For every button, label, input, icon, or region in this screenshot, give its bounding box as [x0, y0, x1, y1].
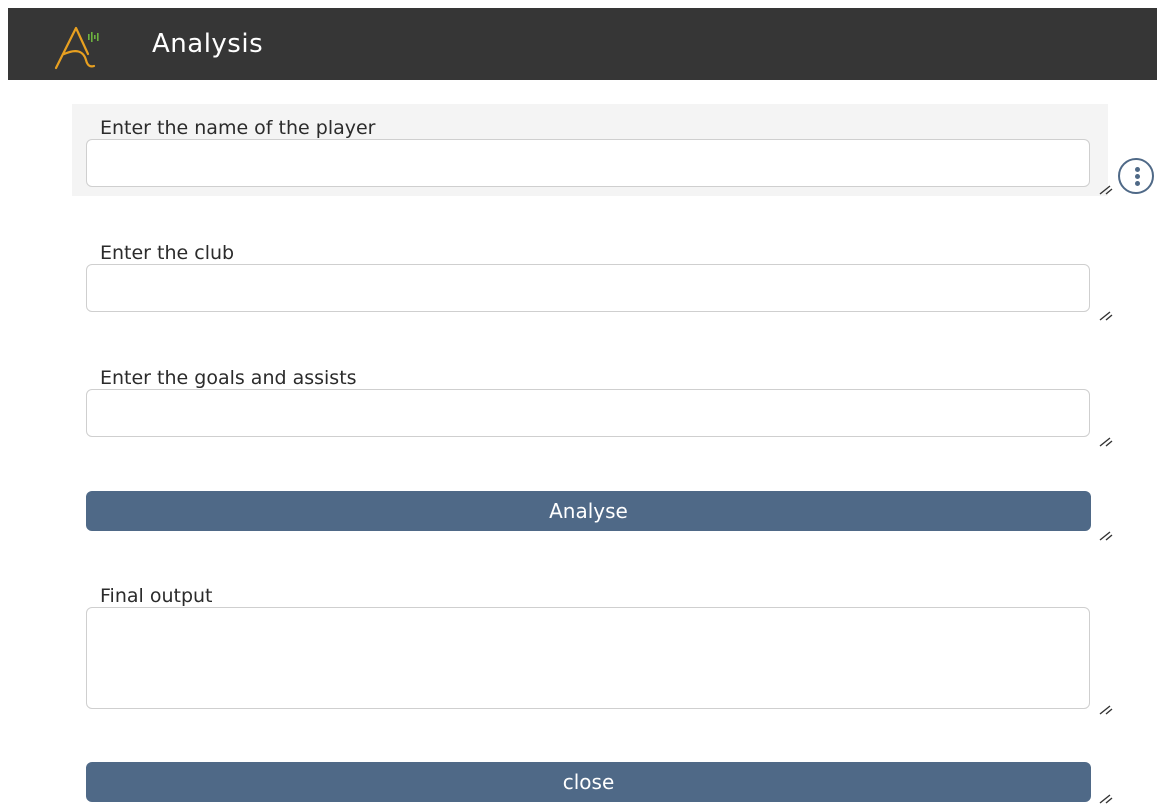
more-vertical-icon[interactable] — [1118, 158, 1154, 194]
club-label: Enter the club — [100, 242, 235, 264]
resize-handle-icon[interactable] — [1096, 434, 1118, 448]
player-name-label: Enter the name of the player — [100, 117, 376, 139]
player-name-input[interactable] — [86, 139, 1090, 187]
final-output-label: Final output — [100, 585, 213, 607]
app-logo-icon — [54, 26, 99, 70]
close-button[interactable]: close — [86, 762, 1091, 802]
analyse-button[interactable]: Analyse — [86, 491, 1091, 531]
goals-assists-label: Enter the goals and assists — [100, 367, 357, 389]
goals-assists-input[interactable] — [86, 389, 1090, 437]
club-input[interactable] — [86, 264, 1090, 312]
resize-handle-icon[interactable] — [1096, 702, 1118, 716]
final-output-textarea[interactable] — [86, 607, 1090, 709]
app-header: Analysis — [8, 8, 1157, 80]
resize-handle-icon[interactable] — [1096, 528, 1118, 542]
resize-handle-icon[interactable] — [1096, 308, 1118, 322]
resize-handle-icon[interactable] — [1096, 182, 1118, 196]
resize-handle-icon[interactable] — [1096, 791, 1118, 805]
page-title: Analysis — [152, 29, 264, 59]
left-margin — [0, 0, 8, 80]
